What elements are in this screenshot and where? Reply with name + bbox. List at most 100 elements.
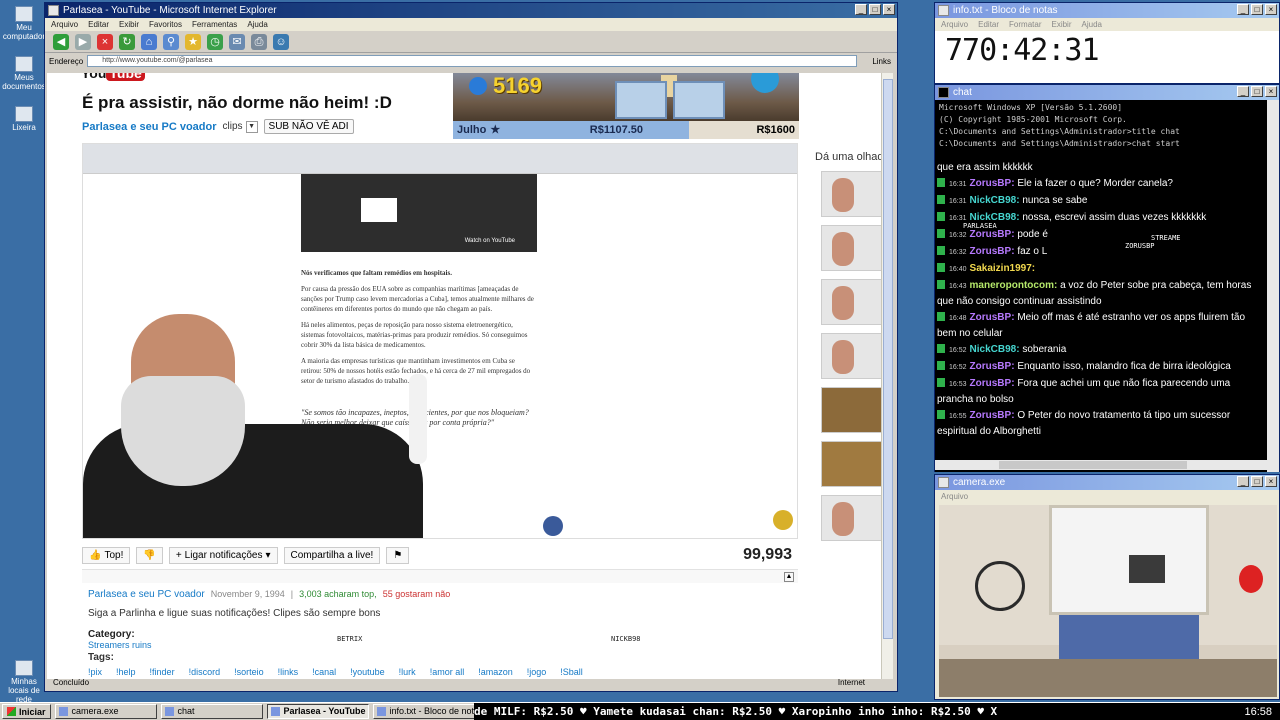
menu-favoritos[interactable]: Favoritos: [149, 18, 182, 31]
flag-icon: ⚑: [393, 549, 403, 561]
page-scrollbar[interactable]: [881, 73, 893, 679]
scroll-thumb[interactable]: [883, 79, 893, 639]
share-button[interactable]: Compartilha a live!: [283, 546, 381, 564]
related-thumbnail[interactable]: [821, 441, 883, 487]
task-chat[interactable]: chat: [160, 704, 263, 719]
logo-tube: Tube: [106, 73, 145, 81]
menu-arquivo[interactable]: Arquivo: [51, 18, 78, 31]
dislike-button[interactable]: 👎: [136, 546, 163, 564]
chat-titlebar[interactable]: chat _ □ ×: [935, 85, 1279, 100]
taskbar: Iniciar camera.exe chat Parlasea - YouTu…: [0, 702, 1280, 720]
menu-arquivo[interactable]: Arquivo: [941, 490, 968, 503]
ie-titlebar[interactable]: Parlasea - YouTube - Microsoft Internet …: [45, 3, 897, 18]
notify-button[interactable]: + Ligar notificações ▾: [168, 546, 278, 564]
minimize-button[interactable]: _: [1237, 476, 1249, 487]
minimize-button[interactable]: _: [1237, 4, 1249, 15]
tag-link[interactable]: !pix: [88, 667, 102, 677]
chat-hscrollbar[interactable]: [935, 460, 1267, 470]
refresh-icon[interactable]: ↻: [119, 33, 135, 50]
back-icon[interactable]: ◀: [53, 33, 69, 50]
desktop-icon-network[interactable]: Minhas locais de rede: [2, 660, 46, 704]
tag-link[interactable]: !youtube: [350, 667, 385, 677]
video-player[interactable]: Watch on YouTube Nós verificamos que fal…: [82, 143, 798, 539]
desc-channel-link[interactable]: Parlasea e seu PC voador: [88, 589, 205, 600]
forward-icon[interactable]: ▶: [75, 33, 91, 50]
chat-message: 16:55 ZorusBP: O Peter do novo tratamento…: [937, 408, 1265, 439]
maximize-button[interactable]: □: [1251, 86, 1263, 97]
close-button[interactable]: ×: [1265, 4, 1277, 15]
related-thumbnail[interactable]: [821, 171, 883, 217]
history-icon[interactable]: ◷: [207, 33, 223, 50]
desktop-icon-documents[interactable]: Meus documentos: [2, 56, 46, 91]
tag-link[interactable]: !links: [278, 667, 299, 677]
related-thumbnail[interactable]: [821, 333, 883, 379]
related-thumbnail[interactable]: [821, 387, 883, 433]
tag-link[interactable]: !Sball: [560, 667, 583, 677]
desktop-icon-recycle-bin[interactable]: Lixeira: [2, 106, 46, 132]
mail-icon[interactable]: ✉: [229, 33, 245, 50]
tag-link[interactable]: !sorteio: [234, 667, 264, 677]
clips-dropdown[interactable]: clips ▼: [223, 120, 258, 133]
stop-icon[interactable]: ×: [97, 33, 113, 50]
collapse-icon[interactable]: ▲: [784, 572, 794, 582]
favorites-icon[interactable]: ★: [185, 33, 201, 50]
task-notepad[interactable]: info.txt - Bloco de notas: [372, 704, 475, 719]
tag-link[interactable]: !help: [116, 667, 136, 677]
related-thumbnail[interactable]: [821, 225, 883, 271]
tag-link[interactable]: !amazon: [478, 667, 513, 677]
tag-link[interactable]: !canal: [312, 667, 336, 677]
chat-scrollbar[interactable]: [1267, 100, 1279, 472]
subscribe-button[interactable]: SUB NÃO VÊ ADI: [263, 119, 354, 134]
tag-link[interactable]: !jogo: [527, 667, 547, 677]
badge-icon: [937, 312, 945, 321]
task-camera[interactable]: camera.exe: [54, 704, 157, 719]
menu-editar[interactable]: Editar: [978, 18, 999, 31]
tag-link[interactable]: !finder: [150, 667, 175, 677]
close-button[interactable]: ×: [1265, 86, 1277, 97]
tag-link[interactable]: !amor all: [430, 667, 465, 677]
close-button[interactable]: ×: [1265, 476, 1277, 487]
view-count: 99,993: [743, 546, 792, 563]
notepad-content[interactable]: 770:42:31: [935, 31, 1279, 70]
maximize-button[interactable]: □: [869, 4, 881, 15]
minimize-button[interactable]: _: [1237, 86, 1249, 97]
flag-button[interactable]: ⚑: [386, 546, 410, 564]
badge-icon: [937, 229, 945, 238]
task-ie[interactable]: Parlasea - YouTube ...: [266, 704, 369, 719]
related-thumbnail[interactable]: [821, 495, 883, 541]
links-label[interactable]: Links: [872, 57, 891, 66]
category-link[interactable]: Streamers ruins: [88, 640, 798, 650]
menu-formatar[interactable]: Formatar: [1009, 18, 1041, 31]
camera-titlebar[interactable]: camera.exe _ □ ×: [935, 475, 1279, 490]
notepad-titlebar[interactable]: info.txt - Bloco de notas _ □ ×: [935, 3, 1279, 18]
scroll-thumb[interactable]: [999, 461, 1187, 469]
menu-ajuda[interactable]: Ajuda: [1082, 18, 1102, 31]
sprite-name: PARLASEA: [963, 222, 997, 230]
maximize-button[interactable]: □: [1251, 4, 1263, 15]
menu-exibir[interactable]: Exibir: [119, 18, 139, 31]
address-input[interactable]: http://www.youtube.com/@parlasea: [87, 55, 857, 67]
youtube-logo[interactable]: You Tube: [81, 73, 165, 81]
tag-link[interactable]: !lurk: [399, 667, 416, 677]
menu-exibir[interactable]: Exibir: [1051, 18, 1071, 31]
close-button[interactable]: ×: [883, 4, 895, 15]
like-button[interactable]: 👍 Top!: [82, 546, 131, 564]
search-icon[interactable]: ⚲: [163, 33, 179, 50]
menu-editar[interactable]: Editar: [88, 18, 109, 31]
chat-text: Ele ia fazer o que? Morder canela?: [1017, 178, 1173, 189]
menu-ferramentas[interactable]: Ferramentas: [192, 18, 237, 31]
maximize-button[interactable]: □: [1251, 476, 1263, 487]
video-title: É pra assistir, não dorme não heim! :D: [82, 93, 392, 112]
print-icon[interactable]: ⎙: [251, 33, 267, 50]
start-button[interactable]: Iniciar: [2, 704, 51, 719]
desktop-icon-my-computer[interactable]: Meu computador: [2, 6, 46, 41]
related-thumbnail[interactable]: [821, 279, 883, 325]
menu-ajuda[interactable]: Ajuda: [247, 18, 267, 31]
home-icon[interactable]: ⌂: [141, 33, 157, 50]
menu-arquivo[interactable]: Arquivo: [941, 18, 968, 31]
messenger-icon[interactable]: ☺: [273, 33, 289, 50]
tag-link[interactable]: !discord: [189, 667, 221, 677]
chat-time: 16:31: [949, 215, 967, 222]
channel-link[interactable]: Parlasea e seu PC voador: [82, 121, 217, 133]
minimize-button[interactable]: _: [855, 4, 867, 15]
